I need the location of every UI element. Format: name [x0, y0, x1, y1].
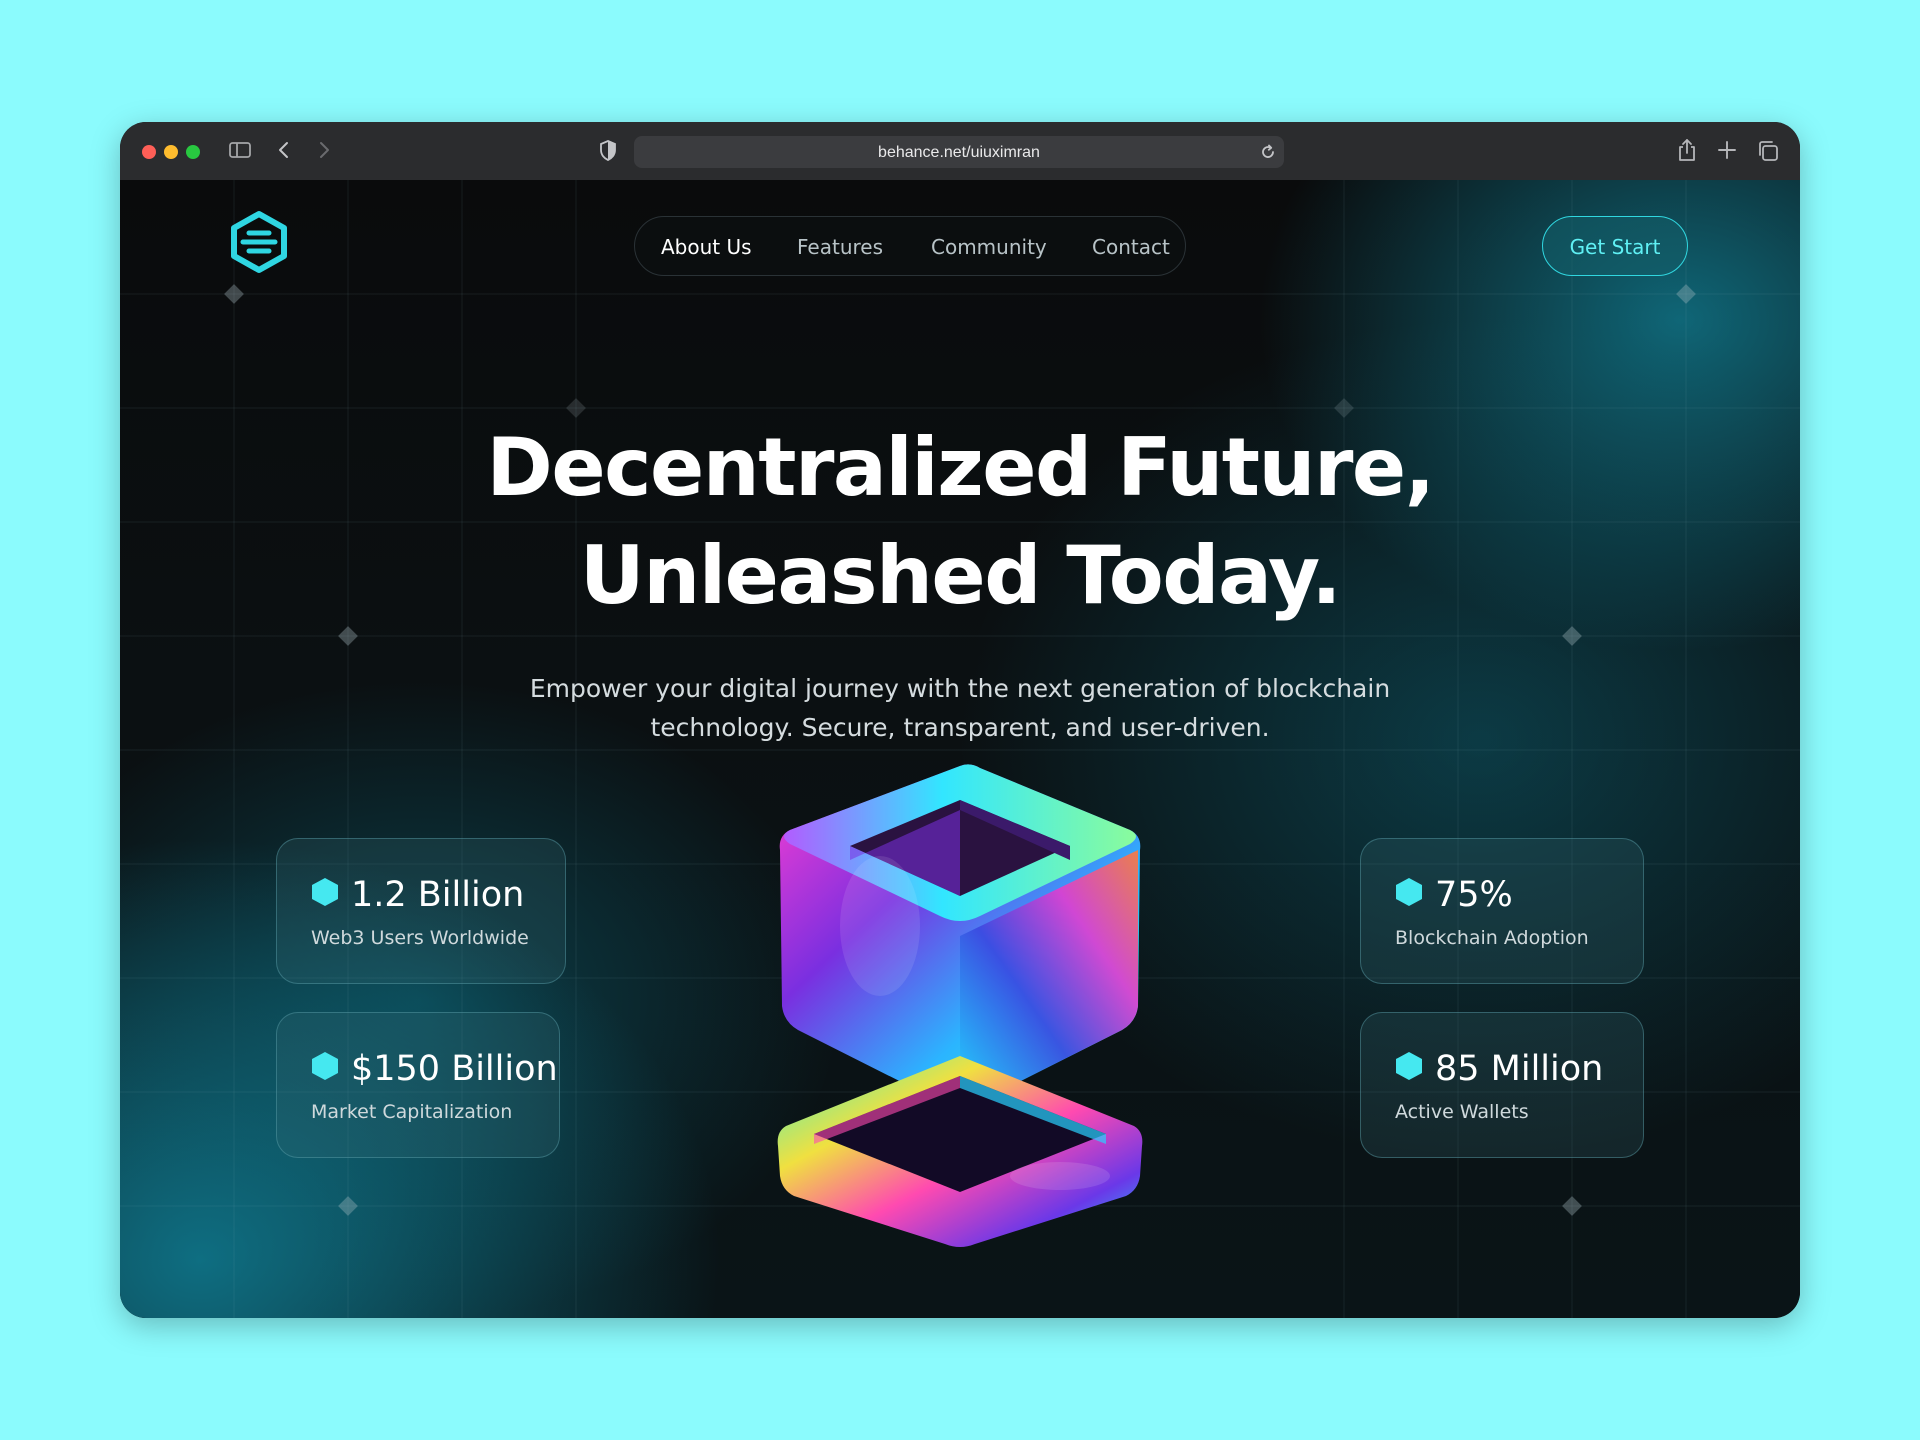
nav-item-features[interactable]: Features: [797, 235, 883, 259]
stat-card-web3-users: 1.2 Billion Web3 Users Worldwide: [276, 838, 566, 984]
stat-value: 1.2 Billion: [351, 875, 525, 915]
stat-card-blockchain-adoption: 75% Blockchain Adoption: [1360, 838, 1644, 984]
reload-icon[interactable]: [1258, 142, 1278, 162]
stat-label: Market Capitalization: [311, 1101, 513, 1123]
browser-window: behance.net/uiuximran About Us Features …: [120, 122, 1800, 1318]
hero-subtitle-line-2: technology. Secure, transparent, and use…: [650, 713, 1270, 742]
stat-label: Active Wallets: [1395, 1101, 1529, 1123]
tabs-overview-icon[interactable]: [1756, 139, 1780, 163]
back-icon[interactable]: [274, 139, 294, 161]
browser-toolbar: behance.net/uiuximran: [120, 122, 1800, 181]
stat-card-active-wallets: 85 Million Active Wallets: [1360, 1012, 1644, 1158]
landing-page: About Us Features Community Contact Get …: [120, 180, 1800, 1318]
hero-title-line-2: Unleashed Today.: [579, 529, 1342, 622]
hexagon-bullet-icon: [1396, 1052, 1422, 1080]
share-icon[interactable]: [1676, 137, 1698, 163]
iridescent-cube-illustration: [777, 764, 1143, 1247]
hexagon-bullet-icon: [312, 1052, 338, 1080]
nav-item-community[interactable]: Community: [931, 235, 1047, 259]
minimize-window-button[interactable]: [164, 145, 178, 159]
shield-icon: [600, 140, 616, 161]
stat-value: $150 Billion: [351, 1049, 558, 1089]
stat-value: 75%: [1435, 875, 1513, 915]
brand-logo-icon[interactable]: [228, 210, 290, 274]
stat-card-market-cap: $150 Billion Market Capitalization: [276, 1012, 560, 1158]
stat-label: Web3 Users Worldwide: [311, 927, 529, 949]
nav-item-about-us[interactable]: About Us: [661, 235, 752, 259]
hexagon-bullet-icon: [312, 878, 338, 906]
hero-subtitle-line-1: Empower your digital journey with the ne…: [529, 674, 1391, 703]
nav-item-contact[interactable]: Contact: [1092, 235, 1170, 259]
get-start-label: Get Start: [1569, 235, 1661, 259]
hero-title-line-1: Decentralized Future,: [486, 421, 1435, 514]
close-window-button[interactable]: [142, 145, 156, 159]
maximize-window-button[interactable]: [186, 145, 200, 159]
forward-icon[interactable]: [314, 139, 334, 161]
hexagon-bullet-icon: [1396, 878, 1422, 906]
stat-value: 85 Million: [1435, 1049, 1604, 1089]
main-nav: About Us Features Community Contact: [634, 216, 1186, 276]
new-tab-icon[interactable]: [1716, 139, 1738, 161]
sidebar-icon[interactable]: [228, 140, 252, 160]
get-start-button[interactable]: Get Start: [1542, 216, 1688, 276]
stat-label: Blockchain Adoption: [1395, 927, 1589, 949]
url-text: behance.net/uiuximran: [878, 144, 1040, 161]
address-bar[interactable]: behance.net/uiuximran: [634, 136, 1284, 168]
